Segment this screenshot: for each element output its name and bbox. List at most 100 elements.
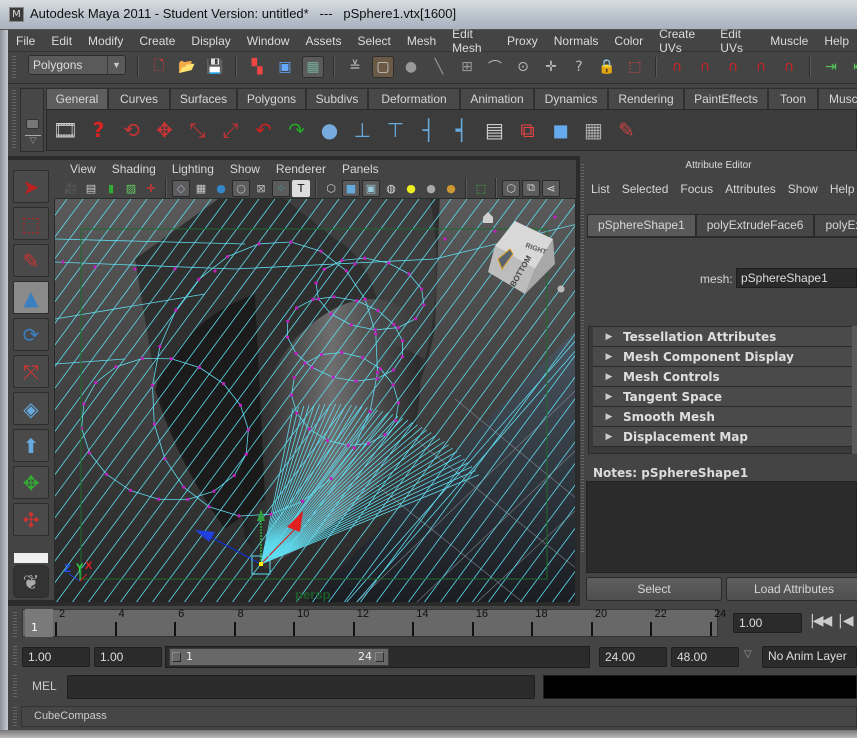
playback-end-time-field[interactable]: 24.00 — [599, 647, 667, 667]
select-button[interactable]: Select — [586, 577, 722, 601]
shelf-tab-deformation[interactable]: Deformation — [368, 88, 460, 110]
command-line-grip[interactable] — [13, 675, 17, 699]
script-language-toggle[interactable]: MEL — [32, 679, 57, 693]
rotate-tool-icon[interactable]: ⟳ — [13, 318, 49, 351]
maya-logo-icon[interactable]: ❦ — [13, 565, 49, 598]
animation-start-time-field[interactable]: 1.00 — [22, 647, 90, 667]
ungroup-icon[interactable]: ┥ — [447, 114, 476, 146]
camera-tumble-icon[interactable]: ⟲ — [117, 114, 146, 146]
step-back-icon[interactable]: |◀ — [838, 613, 853, 629]
menu-select[interactable]: Select — [349, 34, 398, 48]
select-by-object-type-icon[interactable]: ≚ — [344, 56, 366, 78]
menu-edit[interactable]: Edit — [43, 34, 80, 48]
output-ops-icon[interactable]: ⇤ — [848, 56, 857, 78]
smooth-shade-icon[interactable]: ■ — [342, 179, 360, 197]
shelf-tab-rendering[interactable]: Rendering — [608, 88, 684, 110]
select-component-icon[interactable]: ▦ — [302, 56, 324, 78]
crosshair-icon[interactable]: ✛ — [540, 56, 562, 78]
shelf-tab-surfaces[interactable]: Surfaces — [170, 88, 237, 110]
textured-icon[interactable]: ◍ — [382, 180, 400, 197]
shelf-tab-animation[interactable]: Animation — [460, 88, 534, 110]
snap-point-icon[interactable]: ∩ — [722, 56, 744, 78]
field-chart-icon[interactable]: ⊠ — [252, 180, 270, 197]
shadows-icon[interactable]: ● — [422, 180, 440, 197]
viewport-menu-panels[interactable]: Panels — [334, 162, 387, 176]
shelf-tab-dynamics[interactable]: Dynamics — [534, 88, 608, 110]
toolbox-collapse-handle[interactable] — [14, 553, 48, 563]
snap-grid-icon[interactable]: ∩ — [666, 56, 688, 78]
scale-tool-icon[interactable]: ⤧ — [13, 355, 49, 388]
film-gate-icon[interactable]: ▦ — [192, 180, 210, 197]
shelf-tab-muscle[interactable]: Muscle — [818, 88, 857, 110]
high-quality-icon[interactable]: ● — [442, 180, 460, 197]
attr-tab-polyextrude[interactable]: polyExtru — [814, 214, 857, 237]
menu-color[interactable]: Color — [606, 34, 651, 48]
camera-tool-icon[interactable]: ✣ — [13, 503, 49, 536]
time-slider-grip[interactable] — [13, 612, 17, 638]
grid-icon[interactable]: ◇ — [172, 179, 190, 197]
status-line-grip[interactable] — [12, 56, 16, 80]
camera-zoom-icon[interactable]: ⤢ — [216, 114, 245, 146]
notes-textarea[interactable] — [586, 481, 857, 573]
snap-curve-icon[interactable]: ∩ — [694, 56, 716, 78]
camera-dolly-icon[interactable]: ⤡ — [183, 114, 212, 146]
shelf-tab-subdivs[interactable]: Subdivs — [306, 88, 368, 110]
shelf-grip[interactable] — [12, 90, 16, 150]
xray-components-icon[interactable]: ⋖ — [542, 179, 560, 197]
maya-app-icon[interactable]: M — [9, 7, 24, 22]
select-object-icon[interactable]: ▣ — [274, 56, 296, 78]
soft-modification-icon[interactable]: ⬆ — [13, 429, 49, 462]
viewport-menu-show[interactable]: Show — [222, 162, 268, 176]
universal-manipulator-icon[interactable]: ◈ — [13, 392, 49, 425]
paint-select-tool-icon[interactable]: ✎ — [13, 244, 49, 277]
panel-grip[interactable] — [581, 164, 584, 554]
unparent-icon[interactable]: ⊤ — [381, 114, 410, 146]
help-line-grip[interactable] — [13, 707, 17, 727]
shelf-tab-toon[interactable]: Toon — [768, 88, 818, 110]
hypergraph-icon[interactable]: ⧉ — [513, 114, 542, 146]
outliner-icon[interactable]: ▤ — [480, 114, 509, 146]
lock-icon[interactable]: 🔒 — [596, 56, 618, 78]
move-tool-icon[interactable]: ▲ — [13, 281, 49, 314]
shelf-tab-painteffects[interactable]: PaintEffects — [684, 88, 768, 110]
menu-create-uvs[interactable]: Create UVs — [651, 27, 712, 55]
lasso-tool-icon[interactable]: ⬚ — [13, 207, 49, 240]
resolution-gate-icon[interactable]: ● — [212, 180, 230, 197]
menu-display[interactable]: Display — [183, 34, 238, 48]
image-plane-icon[interactable]: ▨ — [122, 180, 140, 197]
attr-menu-selected[interactable]: Selected — [617, 182, 676, 196]
anim-layer-menu-icon[interactable]: ▽ — [744, 649, 752, 660]
load-attributes-button[interactable]: Load Attributes — [726, 577, 857, 601]
safe-action-icon[interactable]: ⁘ — [272, 179, 290, 197]
section-tessellation-attributes[interactable]: ▶ Tessellation Attributes — [593, 327, 856, 347]
input-ops-icon[interactable]: ⇥ — [820, 56, 842, 78]
new-scene-icon[interactable]: 🗋 — [148, 56, 170, 78]
view-cube[interactable]: RIGHT BOTTOM — [483, 212, 565, 294]
section-smooth-mesh[interactable]: ▶ Smooth Mesh — [593, 407, 856, 427]
render-view-icon[interactable]: 🎞 — [51, 114, 80, 146]
animation-end-time-field[interactable]: 48.00 — [671, 647, 739, 667]
current-time-field[interactable]: 1.00 — [733, 613, 802, 633]
attr-menu-show[interactable]: Show — [783, 182, 825, 196]
xray-icon[interactable]: ⬡ — [502, 179, 520, 197]
snap-surface-icon[interactable]: ∩ — [750, 56, 772, 78]
select-by-component-face-icon[interactable]: ╲ — [428, 56, 450, 78]
menu-assets[interactable]: Assets — [297, 34, 349, 48]
use-all-lights-icon[interactable]: ● — [402, 180, 420, 197]
shelf-tab-toggle-button[interactable] — [26, 119, 39, 129]
component-editor-icon[interactable]: ▦ — [579, 114, 608, 146]
viewport-menu-shading[interactable]: Shading — [104, 162, 164, 176]
bookmarks-icon[interactable]: ▮ — [102, 180, 120, 197]
range-slider-grip[interactable] — [13, 646, 17, 666]
question-icon[interactable]: ? — [568, 56, 590, 78]
save-scene-icon[interactable]: 💾 — [204, 56, 226, 78]
menu-create[interactable]: Create — [131, 34, 183, 48]
open-scene-icon[interactable]: 📂 — [176, 56, 198, 78]
playback-start-time-field[interactable]: 1.00 — [94, 647, 162, 667]
select-by-component-edge-icon[interactable]: ● — [400, 56, 422, 78]
select-tool-icon[interactable]: ➤ — [13, 170, 49, 203]
snap-live-icon[interactable]: ∩ — [778, 56, 800, 78]
pivot-icon[interactable]: ⊙ — [512, 56, 534, 78]
section-mesh-component-display[interactable]: ▶ Mesh Component Display — [593, 347, 856, 367]
perspective-viewport[interactable]: Z Y X persp RIGHT BOTTOM — [54, 198, 576, 603]
